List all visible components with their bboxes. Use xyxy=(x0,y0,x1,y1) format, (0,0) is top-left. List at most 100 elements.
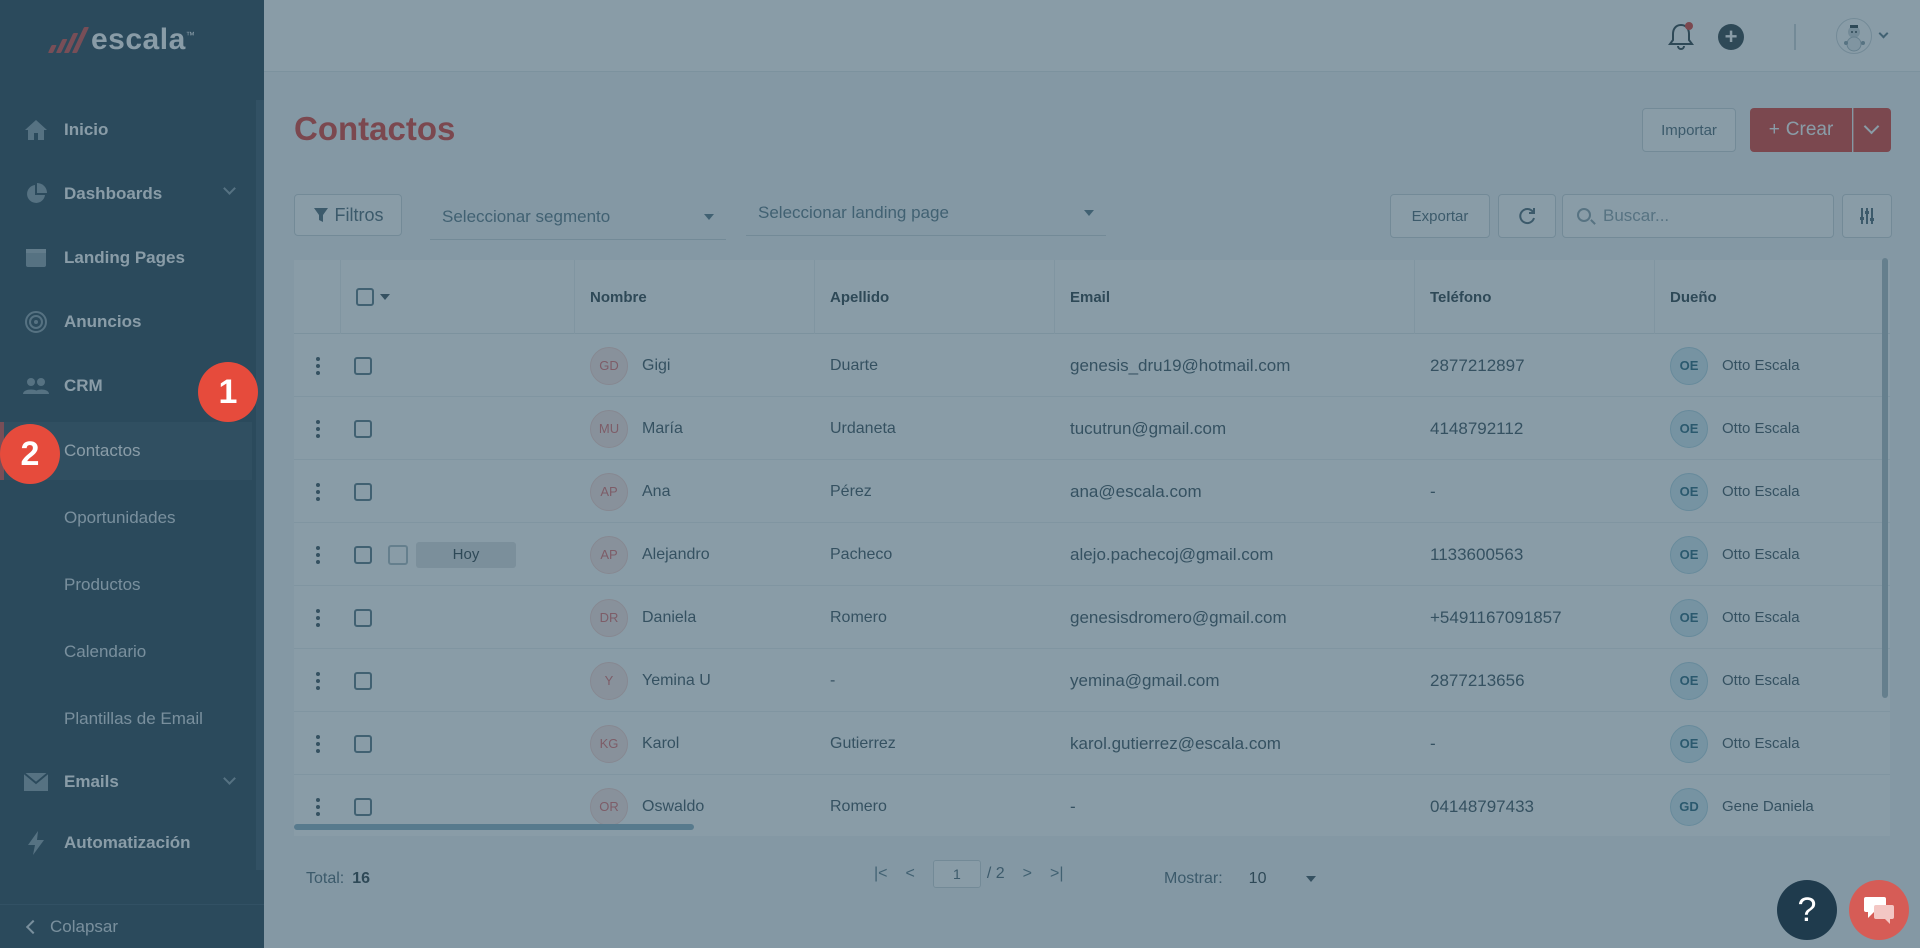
column-header-email[interactable]: Email xyxy=(1054,260,1414,334)
cell-telefono[interactable]: 2877212897 xyxy=(1430,334,1654,397)
chat-button[interactable] xyxy=(1849,880,1909,940)
cell-telefono[interactable]: - xyxy=(1430,460,1654,523)
cell-dueno[interactable]: OE Otto Escala xyxy=(1670,586,1890,649)
table-horizontal-scrollbar[interactable] xyxy=(294,824,694,830)
row-checkbox[interactable] xyxy=(354,734,372,753)
contact-first-name[interactable]: Ana xyxy=(642,483,670,501)
first-page-icon[interactable]: |< xyxy=(874,865,888,883)
contact-first-name[interactable]: Alejandro xyxy=(642,546,710,564)
sidebar-item-automatizacion[interactable]: Automatización xyxy=(0,812,256,874)
next-page-icon[interactable]: > xyxy=(1023,865,1032,883)
column-header-apellido[interactable]: Apellido xyxy=(814,260,1054,334)
row-actions-menu[interactable] xyxy=(316,334,336,397)
export-button[interactable]: Exportar xyxy=(1390,194,1490,238)
cell-dueno[interactable]: OE Otto Escala xyxy=(1670,712,1890,775)
cell-email[interactable]: alejo.pachecoj@gmail.com xyxy=(1070,523,1414,586)
cell-nombre[interactable]: AP Alejandro xyxy=(590,523,814,586)
cell-telefono[interactable]: 1133600563 xyxy=(1430,523,1654,586)
cell-telefono[interactable]: 2877213656 xyxy=(1430,649,1654,712)
segment-select[interactable]: Seleccionar segmento xyxy=(430,194,726,240)
sidebar-item-inicio[interactable]: Inicio xyxy=(0,98,256,162)
cell-dueno[interactable]: GD Gene Daniela xyxy=(1670,775,1890,836)
column-header-nombre[interactable]: Nombre xyxy=(574,260,814,334)
row-checkbox[interactable] xyxy=(354,482,372,501)
cell-telefono[interactable]: - xyxy=(1430,712,1654,775)
cell-email[interactable]: genesisdromero@gmail.com xyxy=(1070,586,1414,649)
cell-nombre[interactable]: DR Daniela xyxy=(590,586,814,649)
filters-button[interactable]: Filtros xyxy=(294,194,402,236)
sidebar-item-dashboards[interactable]: Dashboards xyxy=(0,162,256,226)
table-row[interactable]: GD Gigi Duarte genesis_dru19@hotmail.com 287… xyxy=(294,334,1890,397)
row-actions-menu[interactable] xyxy=(316,712,336,775)
import-button[interactable]: Importar xyxy=(1642,108,1736,152)
sidebar-subitem-calendario[interactable]: Calendario xyxy=(0,618,256,685)
row-checkbox[interactable] xyxy=(354,797,372,816)
cell-telefono[interactable]: 4148792112 xyxy=(1430,397,1654,460)
page-number-input[interactable]: 1 xyxy=(932,860,981,888)
prev-page-icon[interactable]: < xyxy=(906,865,915,883)
cell-nombre[interactable]: GD Gigi xyxy=(590,334,814,397)
column-header-dueno[interactable]: Dueño xyxy=(1654,260,1890,334)
cell-email[interactable]: tucutrun@gmail.com xyxy=(1070,397,1414,460)
notifications-bell-icon[interactable] xyxy=(1668,22,1694,55)
brand-logo[interactable]: escala™ xyxy=(0,0,264,80)
calendar-icon[interactable] xyxy=(388,544,408,565)
sidebar-subitem-productos[interactable]: Productos xyxy=(0,551,256,618)
select-all-checkbox[interactable] xyxy=(356,288,374,306)
user-avatar[interactable] xyxy=(1836,18,1872,54)
search-input[interactable]: Buscar... xyxy=(1562,194,1834,238)
column-settings-button[interactable] xyxy=(1842,194,1892,238)
page-size-select[interactable]: Mostrar: 10 xyxy=(1164,870,1317,888)
cell-dueno[interactable]: OE Otto Escala xyxy=(1670,523,1890,586)
table-row[interactable]: AP Ana Pérez ana@escala.com - OE Otto Escala xyxy=(294,460,1890,523)
cell-nombre[interactable]: AP Ana xyxy=(590,460,814,523)
row-checkbox[interactable] xyxy=(354,356,372,375)
table-row[interactable]: MU María Urdaneta tucutrun@gmail.com 4148792… xyxy=(294,397,1890,460)
row-actions-menu[interactable] xyxy=(316,649,336,712)
caret-down-icon[interactable] xyxy=(380,294,390,300)
refresh-button[interactable] xyxy=(1498,194,1556,238)
cell-email[interactable]: ana@escala.com xyxy=(1070,460,1414,523)
column-header-telefono[interactable]: Teléfono xyxy=(1414,260,1654,334)
due-tag[interactable]: Hoy xyxy=(416,541,516,568)
table-row[interactable]: KG Karol Gutierrez karol.gutierrez@escala.c… xyxy=(294,712,1890,775)
create-dropdown-button[interactable] xyxy=(1853,108,1891,152)
cell-dueno[interactable]: OE Otto Escala xyxy=(1670,334,1890,397)
cell-email[interactable]: genesis_dru19@hotmail.com xyxy=(1070,334,1414,397)
sidebar-subitem-oportunidades[interactable]: Oportunidades xyxy=(0,484,256,551)
contact-first-name[interactable]: Daniela xyxy=(642,609,696,627)
row-actions-menu[interactable] xyxy=(316,586,336,649)
row-actions-menu[interactable] xyxy=(316,460,336,523)
cell-telefono[interactable]: 04148797433 xyxy=(1430,775,1654,836)
collapse-sidebar-button[interactable]: Colapsar xyxy=(0,904,264,948)
row-checkbox[interactable] xyxy=(354,419,372,438)
contact-first-name[interactable]: María xyxy=(642,420,683,438)
cell-nombre[interactable]: MU María xyxy=(590,397,814,460)
row-actions-menu[interactable] xyxy=(316,523,336,586)
cell-nombre[interactable]: Y Yemina U xyxy=(590,649,814,712)
cell-nombre[interactable]: KG Karol xyxy=(590,712,814,775)
row-checkbox[interactable] xyxy=(354,608,372,627)
contact-first-name[interactable]: Gigi xyxy=(642,357,670,375)
contact-first-name[interactable]: Karol xyxy=(642,735,679,753)
sidebar-item-landing-pages[interactable]: Landing Pages xyxy=(0,226,256,290)
contact-first-name[interactable]: Yemina U xyxy=(642,672,711,690)
help-button[interactable]: ? xyxy=(1777,880,1837,940)
row-actions-menu[interactable] xyxy=(316,397,336,460)
last-page-icon[interactable]: >| xyxy=(1050,865,1064,883)
table-row[interactable]: Y Yemina U - yemina@gmail.com 2877213656 OE Ot… xyxy=(294,649,1890,712)
sidebar-item-anuncios[interactable]: Anuncios xyxy=(0,290,256,354)
sidebar-subitem-plantillas-email[interactable]: Plantillas de Email xyxy=(0,685,256,752)
contact-first-name[interactable]: Oswaldo xyxy=(642,798,704,816)
cell-email[interactable]: yemina@gmail.com xyxy=(1070,649,1414,712)
sidebar-item-emails[interactable]: Emails xyxy=(0,752,256,812)
cell-email[interactable]: karol.gutierrez@escala.com xyxy=(1070,712,1414,775)
cell-telefono[interactable]: +5491167091857 xyxy=(1430,586,1654,649)
table-row[interactable]: DR Daniela Romero genesisdromero@gmail.com +… xyxy=(294,586,1890,649)
cell-email[interactable]: - xyxy=(1070,775,1414,836)
row-checkbox[interactable] xyxy=(354,545,372,564)
cell-dueno[interactable]: OE Otto Escala xyxy=(1670,397,1890,460)
landing-page-select[interactable]: Seleccionar landing page xyxy=(746,190,1106,236)
add-icon[interactable]: + xyxy=(1718,24,1744,50)
header-select-all[interactable] xyxy=(340,260,574,334)
